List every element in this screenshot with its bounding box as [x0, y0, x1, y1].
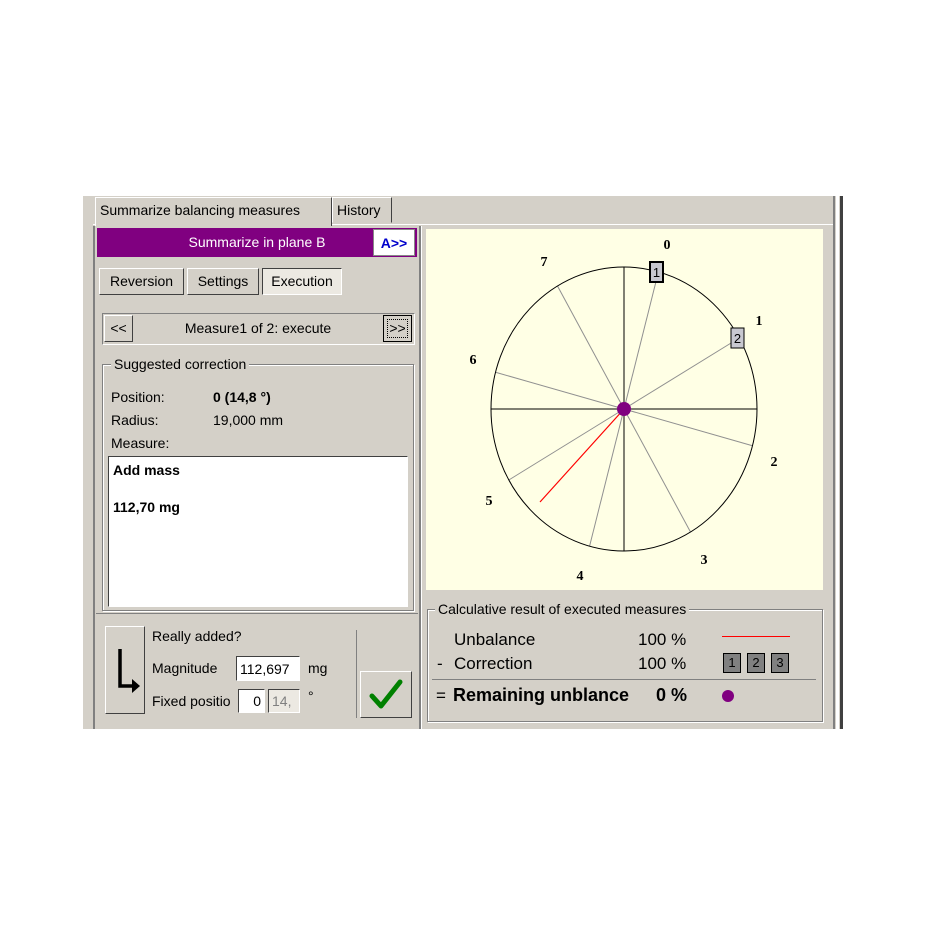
position-label-1: 1 [756, 314, 763, 329]
execution-button[interactable]: Execution [262, 268, 342, 295]
sector-line [623, 408, 691, 533]
measure-line-2: 112,70 mg [113, 499, 180, 515]
correction-box-2: 2 [747, 653, 765, 673]
polar-svg: 0123456712 [470, 238, 778, 584]
correction-label: Correction [454, 654, 533, 673]
next-measure-button[interactable]: >> [383, 315, 412, 342]
position-label-5: 5 [486, 494, 493, 509]
magnitude-label: Magnitude [152, 660, 218, 676]
sector-line [623, 337, 740, 410]
radius-value: 19,000 mm [213, 412, 284, 428]
remaining-value: 0 % [656, 685, 688, 705]
result-legend: Calculative result of executed measures [435, 601, 690, 617]
really-added-label: Really added? [152, 628, 242, 644]
tab-history[interactable]: History [332, 197, 392, 223]
position-label-3: 3 [701, 553, 708, 568]
sector-line [623, 408, 753, 447]
return-arrow-icon [118, 649, 140, 693]
position-label-0: 0 [664, 238, 671, 253]
measure-label: Measure1 of 2: execute [184, 320, 332, 336]
correction-marker-label-2: 2 [734, 331, 741, 346]
plane-title: Summarize in plane B [188, 234, 326, 250]
minus-sign: - [437, 654, 443, 673]
sector-line [589, 408, 625, 547]
reversion-button[interactable]: Reversion [99, 268, 184, 295]
sector-line [495, 371, 625, 410]
fixed-position-label: Fixed positio [152, 693, 231, 709]
divider [356, 630, 357, 718]
next-plane-button[interactable]: A>> [373, 229, 415, 256]
angle-unit: ° [308, 688, 314, 704]
apply-arrow-button[interactable] [105, 626, 145, 714]
unbalance-value: 100 % [638, 630, 687, 649]
sector-line [623, 271, 659, 410]
panel-separator [421, 226, 422, 729]
position-label-2: 2 [771, 455, 778, 470]
window-edge [93, 226, 95, 729]
correction-value: 100 % [638, 654, 687, 673]
plane-header: Summarize in plane B [97, 228, 417, 257]
window-edge [840, 196, 843, 729]
unbalance-label: Unbalance [454, 630, 536, 649]
remaining-label: Remaining unblance [453, 685, 630, 705]
correction-box-3: 3 [771, 653, 789, 673]
correction-marker-label-1: 1 [653, 265, 660, 280]
position-label-6: 6 [470, 353, 477, 368]
window-edge [833, 196, 835, 729]
sector-line [557, 285, 625, 410]
unbalance-legend-line [722, 636, 790, 637]
divider [96, 613, 418, 614]
equals-sign: = [436, 686, 446, 705]
position-label-7: 7 [541, 255, 548, 270]
prev-measure-button[interactable]: << [104, 315, 133, 342]
checkmark-icon [369, 679, 403, 709]
measure-line-1: Add mass [113, 462, 180, 478]
settings-button[interactable]: Settings [187, 268, 259, 295]
position-label-4: 4 [577, 569, 584, 584]
magnitude-input[interactable] [236, 656, 300, 681]
sector-line [508, 408, 625, 481]
fixed-position-input[interactable] [238, 689, 265, 713]
measure-textbox: Add mass 112,70 mg [108, 456, 408, 607]
unbalance-polar-diagram: 0123456712 [426, 229, 823, 590]
position-value: 0 (14,8 °) [213, 389, 271, 405]
result-divider [432, 679, 816, 680]
window-edge [836, 196, 839, 729]
center-dot [617, 402, 631, 416]
measure-caption: Measure: [111, 435, 170, 451]
tab-summarize[interactable]: Summarize balancing measures [95, 197, 332, 226]
fixed-angle-input[interactable] [268, 689, 300, 713]
suggested-correction-legend: Suggested correction [111, 356, 250, 372]
correction-box-1: 1 [723, 653, 741, 673]
remaining-dot [722, 690, 734, 702]
confirm-button[interactable] [360, 671, 412, 718]
unbalance-vector [539, 408, 625, 503]
position-label: Position: [111, 389, 165, 405]
magnitude-unit: mg [308, 660, 328, 676]
radius-label: Radius: [111, 412, 159, 428]
